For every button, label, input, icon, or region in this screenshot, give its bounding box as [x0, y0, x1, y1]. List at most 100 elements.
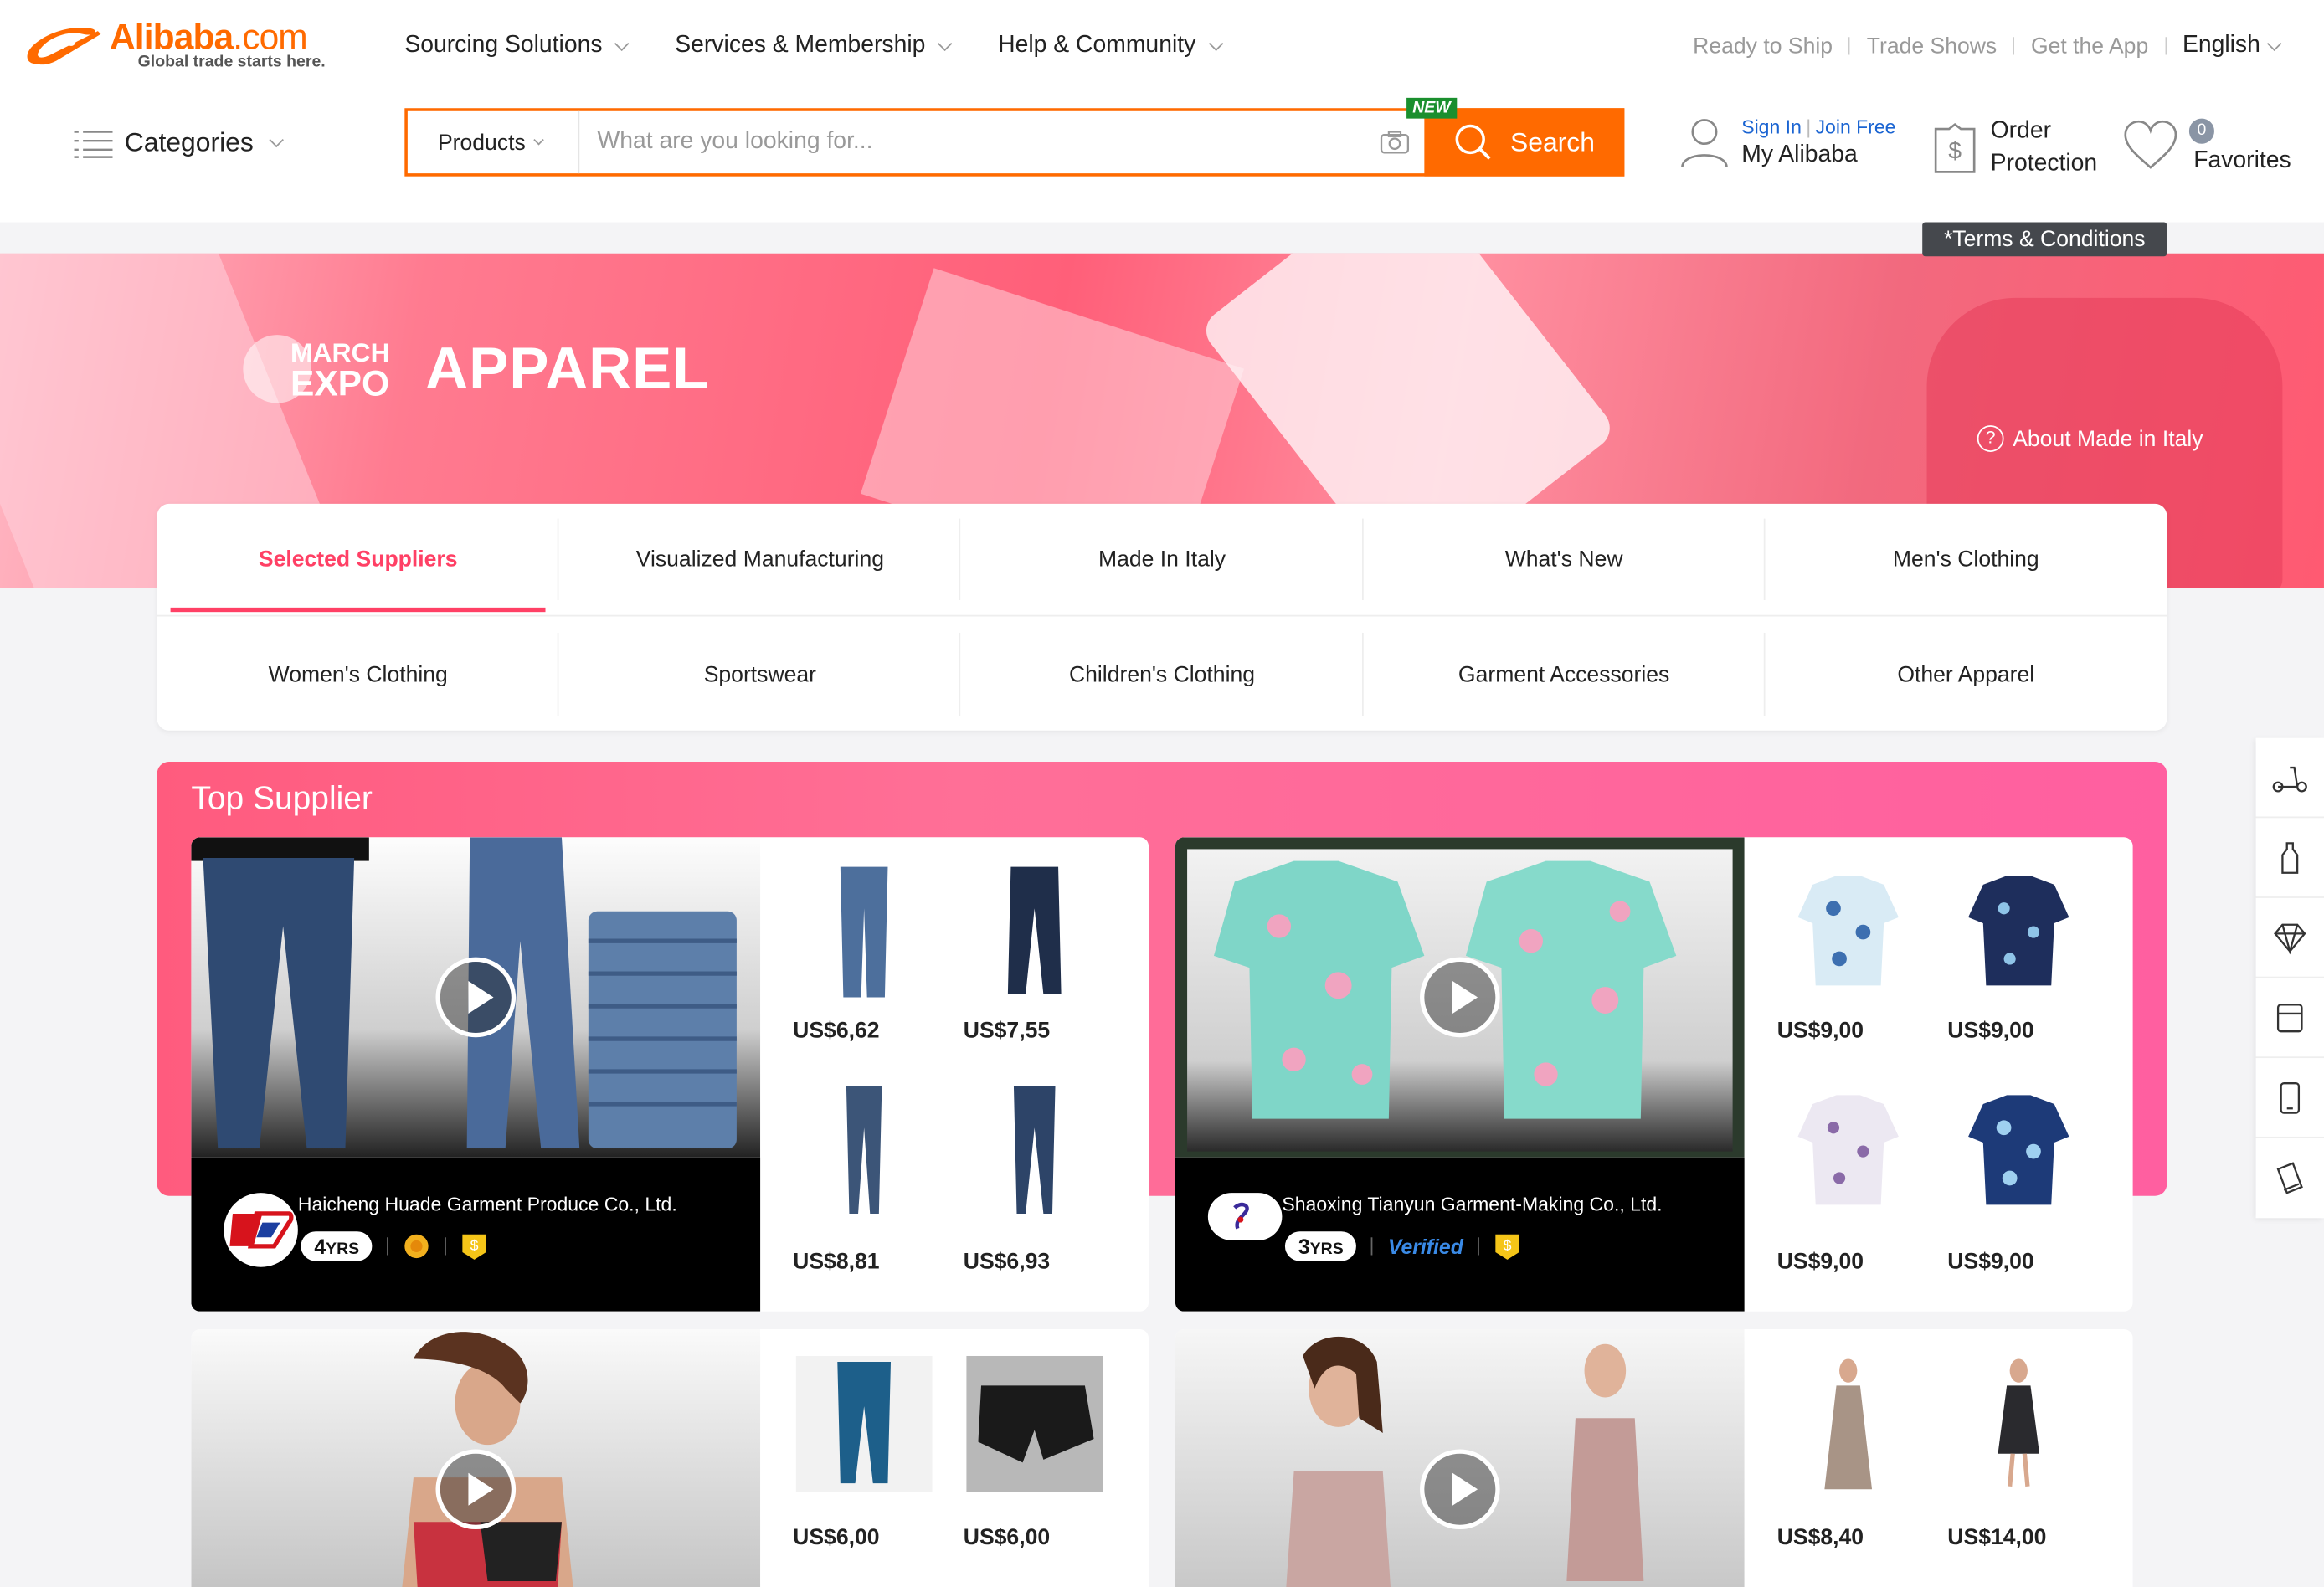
tab-childrens-clothing[interactable]: Children's Clothing: [961, 618, 1364, 731]
product-item[interactable]: US$6,93: [931, 1083, 1102, 1276]
product-item[interactable]: US$8,81: [760, 1083, 931, 1276]
about-made-in-italy-link[interactable]: ? About Made in Italy: [1977, 425, 2203, 452]
order-protection-label: Order: [1990, 118, 2052, 144]
product-item[interactable]: US$9,00: [1915, 864, 2085, 1056]
language-selector[interactable]: English: [2183, 33, 2285, 59]
sidebar-item[interactable]: [2256, 1138, 2324, 1219]
search-button[interactable]: NEW Search: [1406, 97, 1625, 177]
divider: [387, 1237, 389, 1256]
product-image-jeans: [1007, 866, 1062, 994]
category-tabs: Selected Suppliers Visualized Manufactur…: [157, 503, 2167, 731]
nav-services-membership[interactable]: Services & Membership: [675, 33, 956, 59]
trade-shows-link[interactable]: Trade Shows: [1867, 33, 1997, 59]
product-image-jeans: [1013, 1086, 1056, 1214]
play-icon[interactable]: [1420, 1449, 1500, 1530]
favorites-link[interactable]: 0 Favorites: [2122, 116, 2291, 175]
product-item[interactable]: US$8,40: [1745, 1356, 1915, 1550]
product-item[interactable]: US$7,55: [931, 864, 1102, 1056]
sidebar-item[interactable]: [2255, 898, 2324, 978]
tab-womens-clothing[interactable]: Women's Clothing: [157, 618, 560, 731]
supplier-video[interactable]: Shaoxing Tianyun Garment-Making Co., Ltd…: [1175, 837, 1745, 1312]
product-item[interactable]: US$6,62: [760, 864, 931, 1056]
tab-row: Women's Clothing Sportswear Children's C…: [157, 618, 2167, 731]
product-item[interactable]: US$14,00: [1915, 1356, 2085, 1550]
supplier-logo[interactable]: [224, 1193, 298, 1267]
get-the-app-link[interactable]: Get the App: [2031, 33, 2148, 59]
nav-sourcing-solutions[interactable]: Sourcing Solutions: [404, 33, 633, 59]
product-image-dress: [1824, 1358, 1873, 1490]
product-image-jeans: [846, 1086, 882, 1214]
categories-label: Categories: [124, 127, 254, 157]
tab-visualized-manufacturing[interactable]: Visualized Manufacturing: [559, 504, 962, 615]
sidebar-item[interactable]: [2255, 738, 2324, 819]
diamond-icon: [2274, 922, 2306, 954]
join-free-link[interactable]: Join Free: [1816, 116, 1896, 138]
svg-text:$: $: [1504, 1237, 1512, 1254]
my-alibaba-link[interactable]: My Alibaba: [1741, 142, 1895, 169]
product-grid: US$8,40 US$14,00: [1745, 1329, 2133, 1587]
product-item[interactable]: US$9,00: [1745, 864, 1915, 1056]
tab-sportswear[interactable]: Sportswear: [559, 618, 962, 731]
sidebar-item[interactable]: [2255, 978, 2324, 1059]
list-menu-icon: [74, 130, 113, 158]
product-item[interactable]: US$9,00: [1915, 1083, 2085, 1276]
supplier-card: Shaoxing Tianyun Garment-Making Co., Ltd…: [1175, 837, 2133, 1312]
alibaba-swoosh-icon: [27, 27, 101, 65]
product-price: US$9,00: [1947, 1249, 2034, 1275]
divider: [2164, 37, 2167, 55]
tab-mens-clothing[interactable]: Men's Clothing: [1765, 504, 2167, 615]
search-type-select[interactable]: Products: [408, 110, 580, 174]
nav-help-community[interactable]: Help & Community: [998, 33, 1226, 59]
tab-garment-accessories[interactable]: Garment Accessories: [1363, 618, 1766, 731]
gold-supplier-icon: $: [1495, 1234, 1520, 1260]
search-input[interactable]: [579, 110, 1365, 174]
product-image-shirt: [1797, 1095, 1899, 1205]
product-grid: US$6,00 US$6,00: [760, 1329, 1149, 1587]
supplier-badges: 3YRS Verified $: [1284, 1231, 1521, 1261]
ready-to-ship-link[interactable]: Ready to Ship: [1693, 33, 1833, 59]
product-price: US$6,62: [793, 1018, 880, 1044]
supplier-video[interactable]: [1175, 1329, 1745, 1587]
favorites-count-badge: 0: [2188, 118, 2214, 144]
chevron-down-icon: [938, 35, 954, 51]
new-badge: NEW: [1406, 97, 1457, 119]
product-price: US$6,00: [793, 1524, 880, 1550]
svg-text:$: $: [470, 1237, 479, 1254]
product-item[interactable]: US$6,00: [931, 1355, 1103, 1550]
heart-icon: [2124, 120, 2177, 169]
logo-tagline: Global trade starts here.: [137, 53, 326, 71]
supplier-name[interactable]: Haicheng Huade Garment Produce Co., Ltd.: [298, 1193, 677, 1215]
product-item[interactable]: US$9,00: [1745, 1083, 1915, 1276]
svg-text:$: $: [1948, 137, 1962, 164]
product-image-dress: [1998, 1358, 2040, 1487]
play-icon[interactable]: [435, 1449, 517, 1530]
supplier-video[interactable]: Haicheng Huade Garment Produce Co., Ltd.…: [191, 837, 761, 1312]
supplier-name[interactable]: Shaoxing Tianyun Garment-Making Co., Ltd…: [1282, 1193, 1662, 1215]
play-icon[interactable]: [435, 957, 517, 1038]
tab-selected-suppliers[interactable]: Selected Suppliers: [157, 504, 560, 615]
categories-menu[interactable]: Categories: [74, 127, 288, 158]
device-icon: [2276, 1162, 2303, 1194]
camera-search-button[interactable]: [1365, 111, 1425, 173]
tab-made-in-italy[interactable]: Made In Italy: [961, 504, 1364, 615]
sign-in-link[interactable]: Sign In: [1741, 116, 1802, 138]
favorites-label: Favorites: [2193, 148, 2291, 174]
tab-other-apparel[interactable]: Other Apparel: [1765, 618, 2167, 731]
supplier-video[interactable]: [191, 1329, 761, 1587]
terms-conditions-link[interactable]: *Terms & Conditions: [1922, 222, 2167, 257]
order-protection-link[interactable]: $ Order Protection: [1931, 116, 2097, 181]
supplier-card: US$6,00 US$6,00: [191, 1329, 1149, 1587]
alibaba-logo[interactable]: Alibaba.com Global trade starts here.: [23, 15, 349, 80]
expo-label: EXPO: [290, 364, 390, 405]
sidebar-item[interactable]: [2255, 818, 2324, 898]
sidebar-item[interactable]: [2255, 1058, 2324, 1138]
main-nav: Sourcing Solutions Services & Membership…: [404, 33, 1226, 59]
tab-whats-new[interactable]: What's New: [1363, 504, 1766, 615]
divider: [1478, 1237, 1480, 1256]
play-icon[interactable]: [1420, 957, 1500, 1038]
product-item[interactable]: US$6,00: [760, 1355, 933, 1550]
account-menu: Sign In | Join Free My Alibaba: [1679, 116, 1896, 169]
order-protection-icon: $: [1934, 123, 1976, 173]
chevron-down-icon: [614, 35, 630, 51]
supplier-logo[interactable]: [1207, 1193, 1283, 1240]
